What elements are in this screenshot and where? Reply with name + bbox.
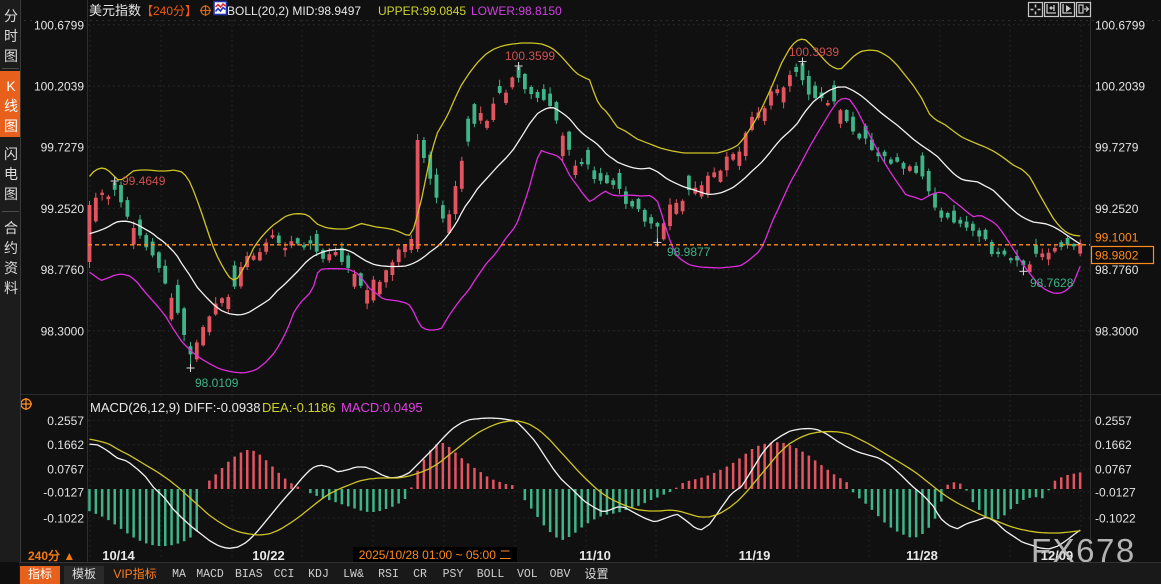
svg-text:11/19: 11/19 [739, 548, 771, 563]
svg-text:MACD:0.0495: MACD:0.0495 [341, 400, 423, 415]
svg-text:240分 ▲: 240分 ▲ [28, 548, 75, 563]
svg-text:BOLL(20,2) MID:98.9497: BOLL(20,2) MID:98.9497 [227, 4, 361, 18]
svg-text:0.0767: 0.0767 [1095, 463, 1132, 477]
svg-text:0.2557: 0.2557 [1095, 414, 1132, 428]
svg-text:-0.0127: -0.0127 [1095, 486, 1136, 500]
svg-text:MACD(26,12,9) DIFF:-0.0938: MACD(26,12,9) DIFF:-0.0938 [90, 400, 261, 415]
svg-text:美元指数: 美元指数 [89, 3, 141, 18]
svg-text:UPPER:99.0845: UPPER:99.0845 [378, 4, 466, 18]
svg-text:99.4649: 99.4649 [122, 174, 166, 188]
svg-text:99.7279: 99.7279 [1095, 141, 1139, 155]
svg-text:0.1662: 0.1662 [47, 438, 84, 452]
svg-text:100.6799: 100.6799 [34, 18, 84, 32]
svg-text:99.2520: 99.2520 [1095, 202, 1139, 216]
svg-text:98.0109: 98.0109 [195, 376, 239, 390]
svg-text:98.3000: 98.3000 [41, 324, 85, 338]
svg-text:2025/10/28 01:00 ~ 05:00 二: 2025/10/28 01:00 ~ 05:00 二 [359, 548, 511, 562]
svg-text:100.2039: 100.2039 [34, 80, 84, 94]
svg-text:DEA:-0.1186: DEA:-0.1186 [262, 400, 335, 415]
svg-text:98.7628: 98.7628 [1030, 276, 1074, 290]
svg-text:99.2520: 99.2520 [41, 202, 85, 216]
svg-text:【240分】: 【240分】 [141, 4, 197, 18]
svg-text:100.6799: 100.6799 [1095, 18, 1145, 32]
svg-text:98.9802: 98.9802 [1095, 249, 1139, 263]
svg-text:0.0767: 0.0767 [47, 463, 84, 477]
svg-text:11/10: 11/10 [579, 548, 611, 563]
svg-text:99.1001: 99.1001 [1095, 231, 1139, 245]
svg-text:0.2557: 0.2557 [47, 414, 84, 428]
svg-text:-0.1022: -0.1022 [1095, 512, 1136, 526]
svg-text:0.1662: 0.1662 [1095, 438, 1132, 452]
svg-text:-0.0127: -0.0127 [43, 486, 84, 500]
svg-text:10/14: 10/14 [102, 548, 135, 563]
svg-text:100.2039: 100.2039 [1095, 80, 1145, 94]
svg-text:98.7760: 98.7760 [1095, 263, 1139, 277]
svg-text:98.7760: 98.7760 [41, 263, 85, 277]
svg-text:98.9877: 98.9877 [667, 245, 711, 259]
svg-text:LOWER:98.8150: LOWER:98.8150 [471, 4, 562, 18]
svg-text:100.3939: 100.3939 [789, 45, 839, 59]
svg-text:10/22: 10/22 [252, 548, 285, 563]
svg-text:100.3599: 100.3599 [505, 49, 555, 63]
svg-text:99.7279: 99.7279 [41, 141, 85, 155]
svg-text:-0.1022: -0.1022 [43, 512, 84, 526]
svg-text:11/28: 11/28 [906, 548, 938, 563]
svg-text:98.3000: 98.3000 [1095, 324, 1139, 338]
